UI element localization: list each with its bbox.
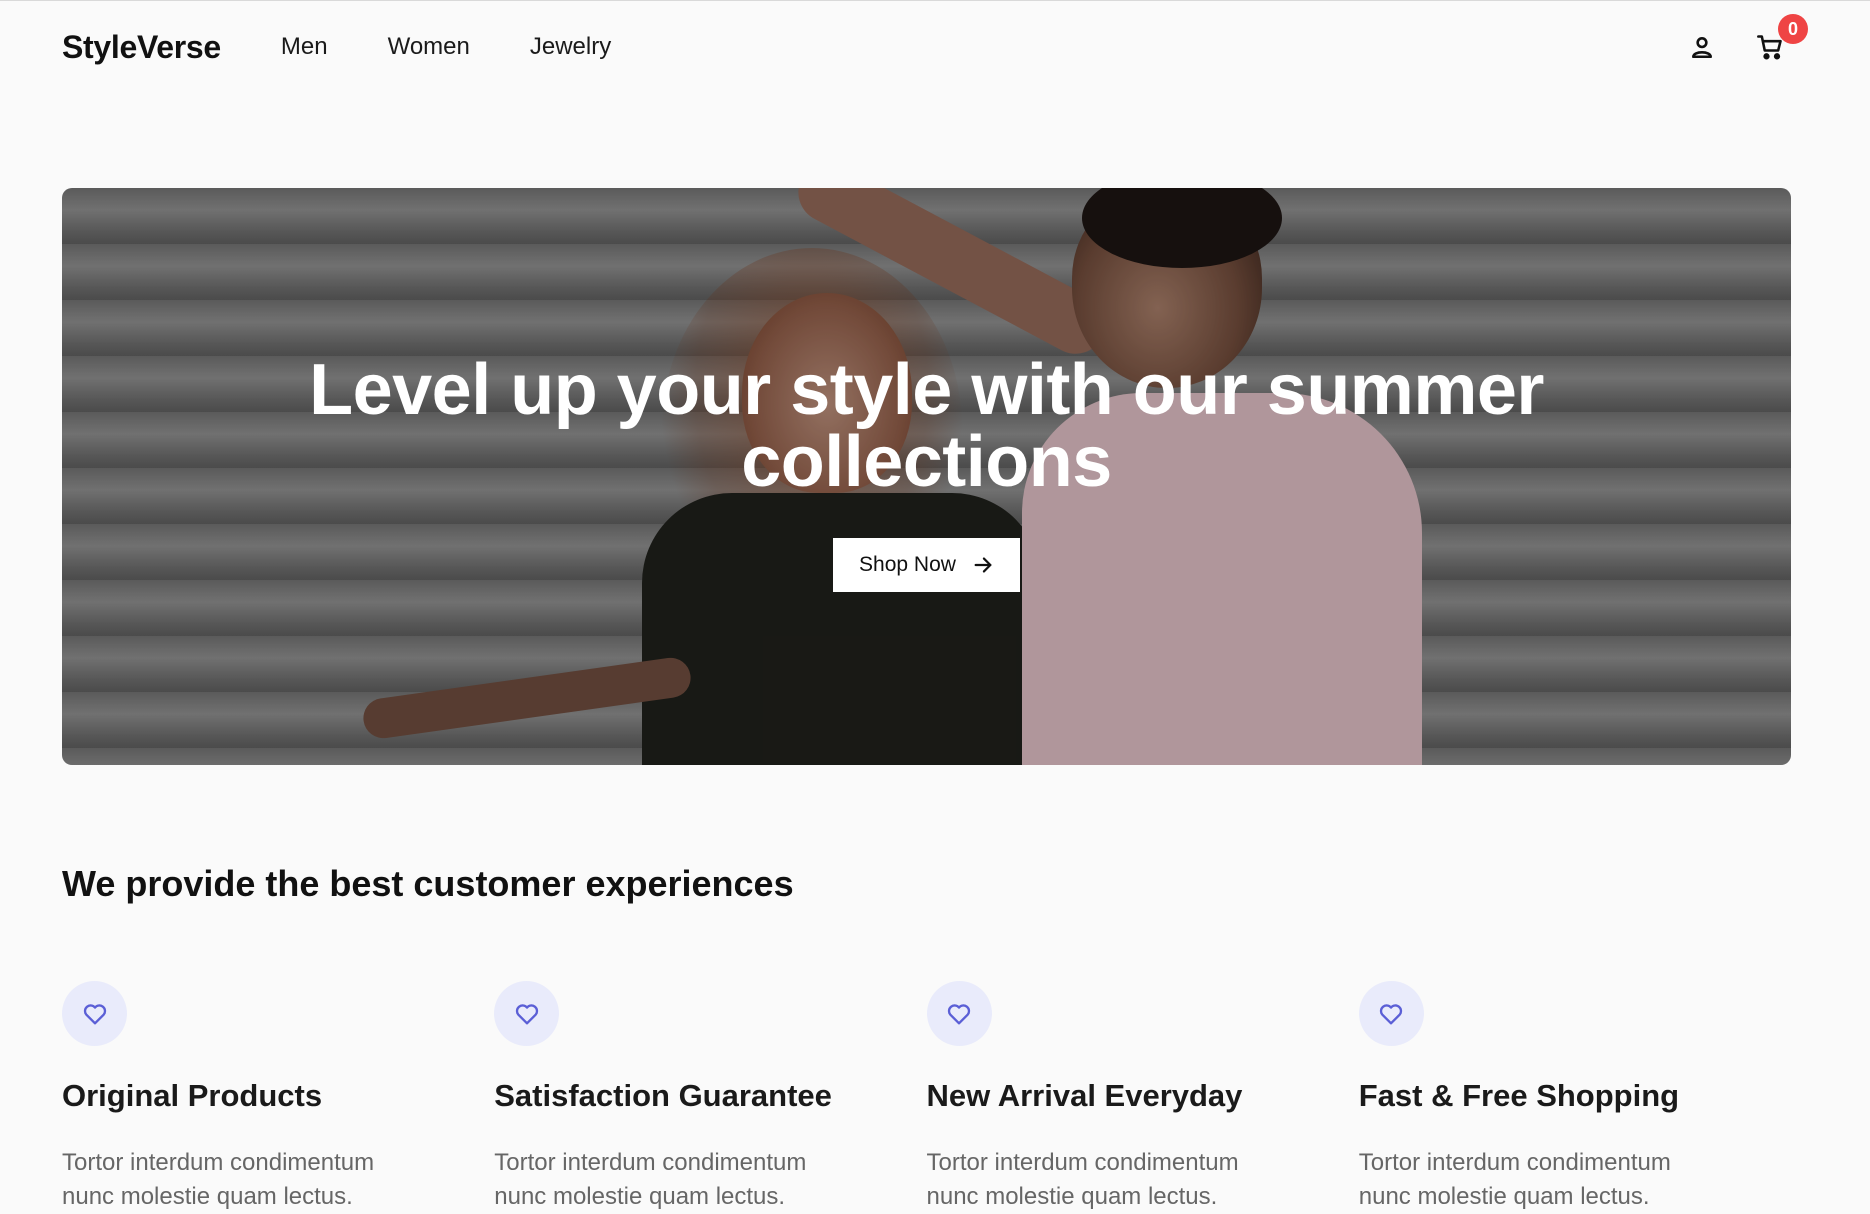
feature-title: Fast & Free Shopping <box>1358 1078 1680 1113</box>
shop-now-label: Shop Now <box>859 553 956 576</box>
feature-description: Tortor interdum condimentum nunc molesti… <box>494 1149 807 1210</box>
header-actions: 0 <box>1686 14 1808 63</box>
feature-description: Tortor interdum condimentum nunc molesti… <box>62 1149 375 1210</box>
feature-card: Satisfaction Guarantee Tortor interdum c… <box>494 981 926 1214</box>
feature-card: Fast & Free Shopping Tortor interdum con… <box>1358 981 1791 1214</box>
site-header: StyleVerse Men Women Jewelry 0 <box>62 1 1808 93</box>
hero-title: Level up your style with our summer coll… <box>309 350 1544 502</box>
features-section-title: We provide the best customer experiences <box>62 863 794 904</box>
cart-count-badge: 0 <box>1778 14 1808 44</box>
nav-link-jewelry[interactable]: Jewelry <box>530 33 611 61</box>
heart-icon <box>1358 981 1424 1046</box>
feature-description: Tortor interdum condimentum nunc molesti… <box>1358 1149 1671 1210</box>
heart-icon <box>62 981 127 1046</box>
feature-card: New Arrival Everyday Tortor interdum con… <box>926 981 1359 1214</box>
arrow-right-icon <box>974 557 992 573</box>
cart-icon[interactable]: 0 <box>1754 14 1808 63</box>
heart-icon <box>494 981 560 1046</box>
user-icon[interactable] <box>1686 31 1718 63</box>
nav-link-women[interactable]: Women <box>388 33 470 61</box>
features-grid: Original Products Tortor interdum condim… <box>62 981 1791 1214</box>
logo[interactable]: StyleVerse <box>62 29 221 66</box>
hero-banner: Level up your style with our summer coll… <box>62 188 1791 765</box>
feature-title: Satisfaction Guarantee <box>494 1078 832 1113</box>
feature-description: Tortor interdum condimentum nunc molesti… <box>926 1149 1239 1210</box>
feature-card: Original Products Tortor interdum condim… <box>62 981 494 1214</box>
nav-link-men[interactable]: Men <box>281 33 328 61</box>
feature-title: Original Products <box>62 1078 323 1113</box>
heart-icon <box>926 981 992 1046</box>
hero-content: Level up your style with our summer coll… <box>62 354 1791 592</box>
main-nav: Men Women Jewelry <box>281 33 611 61</box>
feature-title: New Arrival Everyday <box>926 1078 1243 1113</box>
shop-now-button[interactable]: Shop Now <box>833 538 1020 592</box>
